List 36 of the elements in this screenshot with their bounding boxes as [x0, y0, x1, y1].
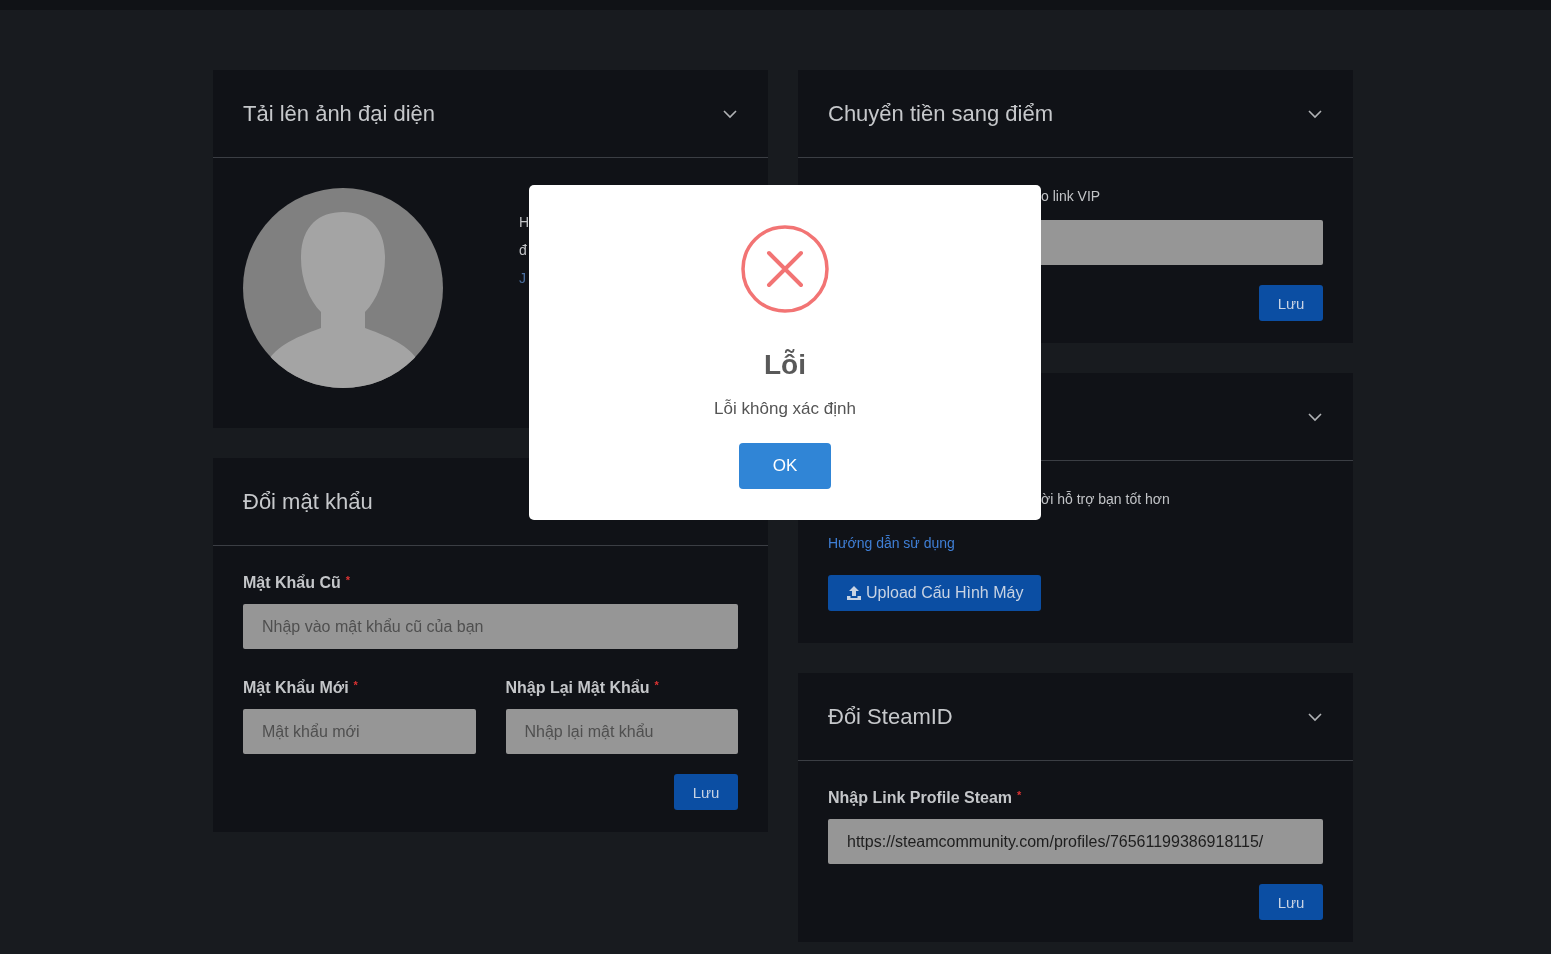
card-title: Chuyển tiền sang điểm — [828, 100, 1054, 127]
card-title: Đổi SteamID — [828, 703, 953, 730]
input-field[interactable]: Mật khẩu mới — [243, 709, 476, 754]
save-button[interactable]: Lưu — [674, 774, 738, 810]
card-title: Đổi mật khẩu — [243, 488, 373, 515]
field-label: Nhập Link Profile Steam — [828, 789, 1013, 807]
required-mark: * — [654, 679, 659, 691]
save-button[interactable]: Lưu — [1259, 285, 1323, 321]
field-label: Mật Khẩu Mới — [243, 679, 349, 697]
required-mark: * — [1017, 789, 1022, 801]
field-label: Nhập Lại Mật Khẩu — [505, 679, 650, 697]
chevron-down-icon[interactable] — [1307, 411, 1323, 422]
card-title: Tải lên ảnh đại diện — [243, 100, 436, 127]
input-field[interactable]: Nhập lại mật khẩu — [505, 709, 738, 754]
dialog-message: Lỗi không xác định — [714, 399, 856, 419]
upload-icon — [846, 585, 862, 601]
body-text: đ — [519, 242, 528, 258]
body-text: H — [519, 214, 530, 230]
body-text: ời hỗ trợ bạn tốt hơn — [1040, 491, 1171, 507]
required-mark: * — [353, 679, 358, 691]
chevron-down-icon[interactable] — [1307, 108, 1323, 119]
guide-link[interactable]: Hướng dẫn sử dụng — [828, 535, 955, 551]
save-button[interactable]: Lưu — [1259, 884, 1323, 920]
body-text: o link VIP — [1040, 188, 1102, 204]
field-label: Mật Khẩu Cũ — [243, 574, 341, 592]
input-field[interactable]: Nhập vào mật khẩu cũ của bạn — [243, 604, 738, 649]
chevron-down-icon[interactable] — [722, 108, 738, 119]
dialog-title: Lỗi — [764, 349, 806, 381]
ok-button[interactable]: OK — [739, 443, 831, 489]
required-mark: * — [345, 574, 351, 586]
link[interactable]: J — [519, 270, 530, 286]
upload-button[interactable]: Upload Cấu Hình Máy — [828, 575, 1042, 611]
avatar-placeholder-icon — [243, 188, 443, 388]
input-field[interactable]: https://steamcommunity.com/profiles/76561199386918115/ — [828, 819, 1323, 864]
chevron-down-icon[interactable] — [1307, 711, 1323, 722]
error-icon — [741, 225, 829, 313]
